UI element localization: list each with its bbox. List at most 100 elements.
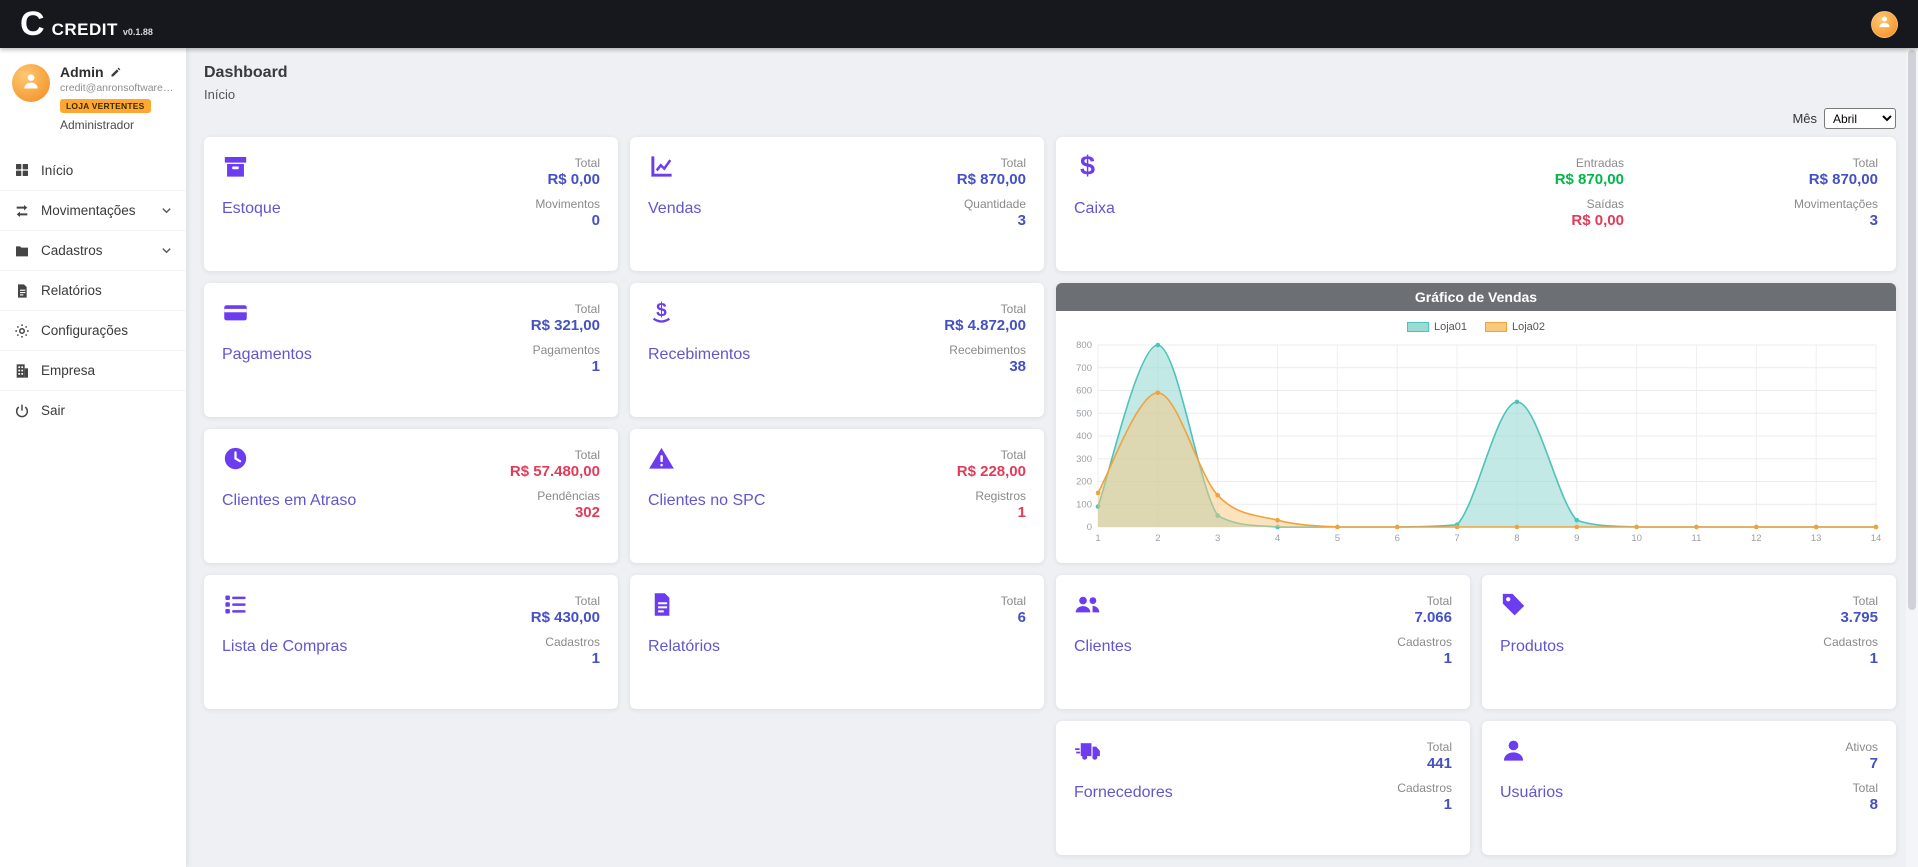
sidebar-item-label: Configurações	[41, 323, 128, 338]
tag-icon	[1500, 591, 1527, 618]
sidebar-item-label: Empresa	[41, 363, 95, 378]
card-stats: Total 3.795 Cadastros 1	[1823, 591, 1878, 695]
edit-profile-icon[interactable]	[110, 66, 122, 78]
card-title: Caixa	[1074, 200, 1115, 218]
card-title: Fornecedores	[1074, 784, 1173, 802]
sidebar-item-empresa[interactable]: Empresa	[0, 350, 186, 390]
sidebar-item-label: Movimentações	[41, 203, 136, 218]
chevron-down-icon	[161, 245, 172, 256]
card-relatorios[interactable]: Relatórios Total 6	[630, 575, 1044, 709]
card-stats: Ativos 7 Total 8	[1845, 737, 1878, 841]
truck-icon	[1074, 737, 1101, 764]
sales-chart-card: Gráfico de Vendas Loja01Loja02 123456789…	[1056, 283, 1896, 563]
card-clientes-em-atraso[interactable]: Clientes em Atraso Total R$ 57.480,00 Pe…	[204, 429, 618, 563]
sidebar-item-inicio[interactable]: Início	[0, 150, 186, 190]
app-logo: C	[20, 7, 44, 41]
card-pagamentos[interactable]: Pagamentos Total R$ 321,00 Pagamentos 1	[204, 283, 618, 417]
svg-text:11: 11	[1692, 533, 1702, 544]
profile-panel: Admin credit@anronsoftware.co... LOJA VE…	[0, 64, 186, 146]
profile-avatar	[12, 64, 50, 102]
card-clientes-no-spc[interactable]: Clientes no SPC Total R$ 228,00 Registro…	[630, 429, 1044, 563]
svg-text:500: 500	[1076, 408, 1092, 419]
brand[interactable]: C CREDIT v0.1.88	[20, 7, 153, 41]
svg-text:7: 7	[1454, 533, 1459, 544]
sidebar-item-cadastros[interactable]: Cadastros	[0, 230, 186, 270]
page-scrollbar[interactable]	[1906, 48, 1918, 867]
svg-text:12: 12	[1751, 533, 1762, 544]
person-icon	[1877, 14, 1892, 34]
app-name: CREDIT	[52, 20, 118, 40]
sidebar-menu: Início Movimentações Cadastros	[0, 150, 186, 430]
building-icon	[14, 363, 30, 379]
card-stats: Total R$ 4.872,00 Recebimentos 38	[944, 299, 1026, 403]
svg-text:8: 8	[1514, 533, 1519, 544]
card-title: Recebimentos	[648, 346, 750, 364]
card-stats: Entradas R$ 870,00 Saídas R$ 0,00 Total …	[1555, 153, 1878, 257]
svg-text:9: 9	[1574, 533, 1579, 544]
sidebar-item-label: Sair	[41, 403, 65, 418]
svg-text:0: 0	[1087, 522, 1092, 533]
power-icon	[14, 403, 30, 419]
user-avatar-button[interactable]	[1871, 11, 1898, 38]
exchange-icon	[14, 203, 30, 219]
cash-receive-icon: $	[648, 299, 675, 326]
card-title: Clientes em Atraso	[222, 492, 356, 510]
legend-item-loja02[interactable]: Loja02	[1485, 321, 1545, 333]
breadcrumb: Início	[204, 87, 1896, 102]
card-stats: Total 441 Cadastros 1	[1397, 737, 1452, 841]
user-icon	[1500, 737, 1527, 764]
legend-label: Loja01	[1434, 321, 1467, 333]
card-title: Vendas	[648, 200, 701, 218]
svg-text:$: $	[1080, 153, 1095, 180]
sidebar-item-configuracoes[interactable]: Configurações	[0, 310, 186, 350]
card-stats: Total R$ 321,00 Pagamentos 1	[531, 299, 600, 403]
svg-text:600: 600	[1076, 386, 1092, 397]
card-fornecedores[interactable]: Fornecedores Total 441 Cadastros 1	[1056, 721, 1470, 855]
chevron-down-icon	[161, 205, 172, 216]
person-icon	[21, 71, 41, 96]
card-stats: Total R$ 0,00 Movimentos 0	[535, 153, 600, 257]
sidebar-item-label: Cadastros	[41, 243, 103, 258]
page-title: Dashboard	[204, 64, 1896, 82]
legend-swatch	[1485, 322, 1507, 332]
card-title: Relatórios	[648, 638, 720, 656]
sidebar: Admin credit@anronsoftware.co... LOJA VE…	[0, 48, 186, 867]
topbar: C CREDIT v0.1.88	[0, 0, 1918, 48]
month-select[interactable]: Abril	[1824, 108, 1896, 129]
card-stats: Total 6	[1001, 591, 1026, 695]
sidebar-item-relatorios[interactable]: Relatórios	[0, 270, 186, 310]
chart-title: Gráfico de Vendas	[1056, 283, 1896, 311]
card-lista-de-compras[interactable]: Lista de Compras Total R$ 430,00 Cadastr…	[204, 575, 618, 709]
svg-text:200: 200	[1076, 477, 1092, 488]
sidebar-item-movimentacoes[interactable]: Movimentações	[0, 190, 186, 230]
card-produtos[interactable]: Produtos Total 3.795 Cadastros 1	[1482, 575, 1896, 709]
profile-email: credit@anronsoftware.co...	[60, 82, 174, 94]
card-caixa[interactable]: $ Caixa Entradas R$ 870,00 Saídas R$ 0,0…	[1056, 137, 1896, 271]
card-vendas[interactable]: Vendas Total R$ 870,00 Quantidade 3	[630, 137, 1044, 271]
card-title: Usuários	[1500, 784, 1563, 802]
card-title: Pagamentos	[222, 346, 312, 364]
scrollbar-thumb[interactable]	[1908, 50, 1916, 610]
store-badge: LOJA VERTENTES	[60, 99, 151, 113]
svg-text:100: 100	[1076, 499, 1092, 510]
card-clientes[interactable]: Clientes Total 7.066 Cadastros 1	[1056, 575, 1470, 709]
legend-swatch	[1407, 322, 1429, 332]
credit-card-icon	[222, 299, 249, 326]
card-stats: Total R$ 870,00 Quantidade 3	[957, 153, 1026, 257]
card-recebimentos[interactable]: $ Recebimentos Total R$ 4.872,00 Recebim…	[630, 283, 1044, 417]
dollar-icon: $	[1074, 153, 1101, 180]
legend-item-loja01[interactable]: Loja01	[1407, 321, 1467, 333]
folder-icon	[14, 243, 30, 259]
grid-icon	[14, 162, 30, 178]
card-usuarios[interactable]: Usuários Ativos 7 Total 8	[1482, 721, 1896, 855]
legend-label: Loja02	[1512, 321, 1545, 333]
svg-text:6: 6	[1395, 533, 1400, 544]
card-stats: Total R$ 57.480,00 Pendências 302	[510, 445, 600, 549]
svg-text:14: 14	[1871, 533, 1882, 544]
sidebar-item-sair[interactable]: Sair	[0, 390, 186, 430]
card-estoque[interactable]: Estoque Total R$ 0,00 Movimentos 0	[204, 137, 618, 271]
card-title: Estoque	[222, 200, 281, 218]
report-icon	[14, 283, 30, 299]
warning-icon	[648, 445, 675, 472]
chart-legend: Loja01 Loja02	[1066, 317, 1886, 337]
